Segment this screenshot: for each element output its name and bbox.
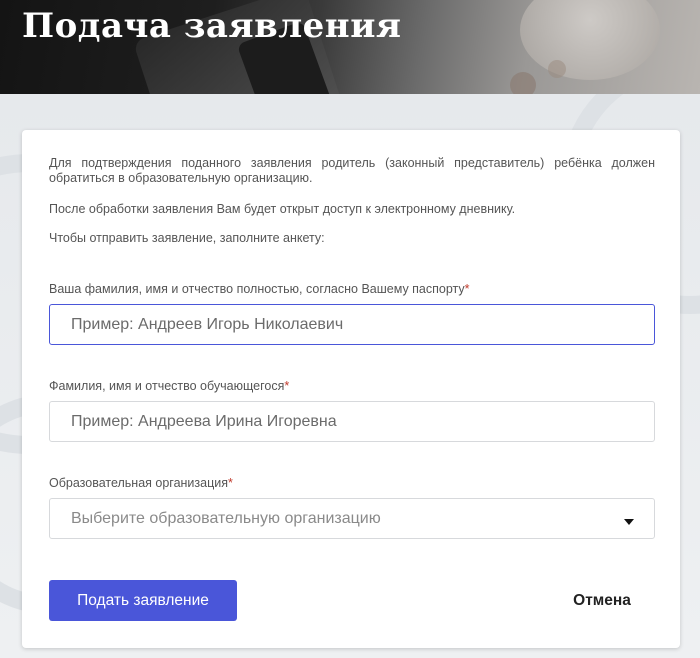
required-mark: * bbox=[464, 282, 470, 296]
required-mark: * bbox=[228, 476, 233, 490]
required-mark: * bbox=[284, 379, 290, 393]
cancel-button[interactable]: Отмена bbox=[552, 580, 652, 621]
page-title: Подача заявления bbox=[22, 6, 402, 46]
organization-select-value: Выберите образовательную организацию bbox=[71, 510, 381, 527]
intro-paragraph: После обработки заявления Вам будет откр… bbox=[49, 202, 516, 216]
parent-name-label: Ваша фамилия, имя и отчество полностью, … bbox=[49, 282, 470, 296]
application-form-card: Для подтверждения поданного заявления ро… bbox=[22, 130, 680, 648]
intro-paragraph: Чтобы отправить заявление, заполните анк… bbox=[49, 231, 325, 245]
student-name-label-text: Фамилия, имя и отчество обучающегося bbox=[49, 379, 285, 393]
header-decoration bbox=[548, 60, 566, 78]
organization-label-text: Образовательная организация bbox=[49, 476, 229, 490]
student-name-label: Фамилия, имя и отчество обучающегося* bbox=[49, 379, 289, 393]
student-name-input[interactable] bbox=[49, 401, 655, 442]
organization-label: Образовательная организация* bbox=[49, 476, 233, 490]
submit-application-button[interactable]: Подать заявление bbox=[49, 580, 237, 621]
parent-name-input[interactable] bbox=[49, 304, 655, 345]
header-decoration bbox=[510, 72, 536, 94]
header-decoration bbox=[520, 0, 660, 80]
intro-paragraph: Для подтверждения поданного заявления ро… bbox=[49, 156, 655, 185]
parent-name-label-text: Ваша фамилия, имя и отчество полностью, … bbox=[49, 282, 465, 296]
page-header: Подача заявления bbox=[0, 0, 700, 94]
chevron-down-icon[interactable] bbox=[624, 519, 634, 525]
organization-select[interactable]: Выберите образовательную организацию bbox=[49, 498, 655, 539]
